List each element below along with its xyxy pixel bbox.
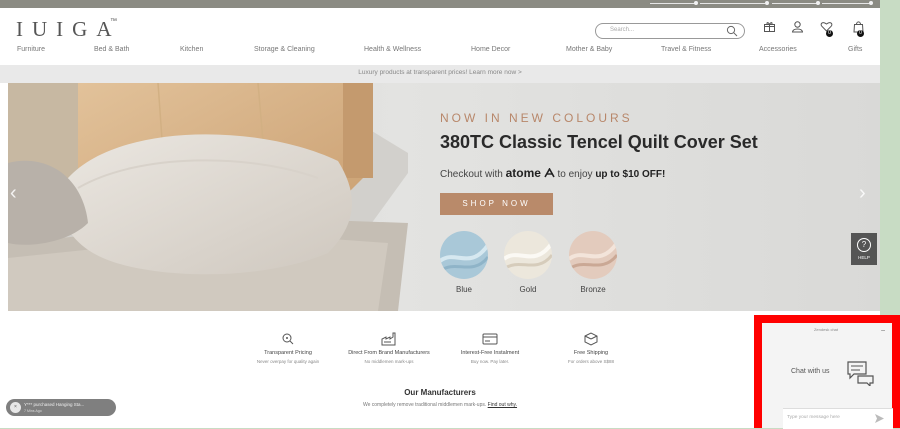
- checkout-mid: to enjoy: [557, 169, 593, 180]
- swatch-fabric-blue: [440, 243, 488, 273]
- trademark-symbol: ™: [110, 18, 117, 25]
- webpage: IUIGA ™ Search... 0 0 Furniture Bed & Ba…: [0, 0, 880, 428]
- search-input[interactable]: Search...: [595, 23, 745, 39]
- nav-item-gifts[interactable]: Gifts: [848, 46, 862, 53]
- search-icon[interactable]: [726, 25, 738, 37]
- manufacturers-sub-text: We completely remove traditional middlem…: [362, 402, 487, 408]
- notification-text: Y*** purchased Hanging Sta...: [24, 402, 85, 407]
- feature-sub: No middlemen mark-ups: [364, 359, 414, 364]
- feature-direct-manufacturers: Direct From Brand Manufacturers No middl…: [334, 332, 444, 364]
- chat-widget[interactable]: Zendesk chat – Chat with us Type your me…: [762, 323, 893, 429]
- feature-instalment: Interest-Free Instalment Buy now. Pay la…: [435, 332, 545, 364]
- nav-item-kitchen[interactable]: Kitchen: [180, 46, 203, 53]
- nav-item-furniture[interactable]: Furniture: [17, 46, 45, 53]
- chat-header: Zendesk chat: [813, 327, 838, 332]
- chat-message-input[interactable]: Type your message here: [783, 408, 893, 429]
- feature-sub: Buy now. Pay later.: [470, 359, 510, 364]
- user-icon[interactable]: [791, 20, 804, 33]
- cart-count-badge: 0: [857, 30, 864, 37]
- hero-title: 380TC Classic Tencel Quilt Cover Set: [440, 132, 758, 152]
- manufacturers-title: Our Manufacturers: [404, 388, 476, 397]
- nav-item-home-decor[interactable]: Home Decor: [471, 46, 510, 53]
- feature-title: Transparent Pricing: [264, 350, 312, 356]
- search-placeholder: Search...: [610, 27, 635, 33]
- nav-item-bed-bath[interactable]: Bed & Bath: [94, 46, 129, 53]
- price-tag-icon: [282, 333, 294, 345]
- feature-sub: For orders above S$88: [567, 359, 615, 364]
- nav-item-accessories[interactable]: Accessories: [759, 46, 797, 53]
- checkout-discount: up to $10 OFF!: [595, 169, 666, 180]
- swatch-label-gold: Gold: [519, 285, 537, 294]
- find-out-why-link[interactable]: Find out why.: [488, 402, 517, 408]
- credit-card-icon: [482, 333, 498, 345]
- swatch-fabric-bronze: [569, 241, 617, 271]
- hero-banner[interactable]: ‹ › NOW IN NEW COLOURS 380TC Classic Ten…: [8, 83, 880, 311]
- feature-title: Free Shipping: [573, 350, 609, 356]
- top-strip: [0, 0, 880, 8]
- nav-item-travel-fitness[interactable]: Travel & Fitness: [661, 46, 711, 53]
- atome-logo: atome: [505, 166, 541, 180]
- chat-minimize-icon[interactable]: –: [881, 327, 885, 334]
- chat-prompt: Chat with us: [791, 368, 830, 375]
- feature-title: Direct From Brand Manufacturers: [348, 350, 430, 356]
- gift-icon[interactable]: [763, 20, 776, 33]
- promo-text[interactable]: Luxury products at transparent prices! L…: [0, 69, 880, 76]
- help-button[interactable]: ? HELP: [851, 233, 877, 265]
- wishlist-count-badge: 0: [826, 30, 833, 37]
- hero-prev-arrow-icon[interactable]: ‹: [10, 182, 17, 205]
- swatch-bronze[interactable]: [569, 231, 617, 279]
- help-question-icon: ?: [857, 238, 871, 252]
- manufacturers-sub: We completely remove traditional middlem…: [0, 402, 880, 408]
- shop-now-button[interactable]: SHOP NOW: [440, 193, 553, 215]
- hero-checkout-text: Checkout with atome to enjoy up to $10 O…: [440, 166, 665, 180]
- notification-time: 7 Mins Ago: [24, 409, 42, 413]
- swatch-gold[interactable]: [504, 231, 552, 279]
- factory-icon: [381, 332, 396, 346]
- help-label: HELP: [858, 255, 870, 260]
- chat-input-placeholder: Type your message here: [787, 415, 840, 420]
- notification-close-icon[interactable]: ×: [10, 402, 21, 413]
- nav-item-mother-baby[interactable]: Mother & Baby: [566, 46, 612, 53]
- chat-bubbles-icon: [847, 361, 874, 386]
- atome-a-icon: [544, 167, 555, 178]
- swatch-blue[interactable]: [440, 231, 488, 279]
- feature-sub: Never overpay for quality again: [256, 359, 320, 364]
- site-logo[interactable]: IUIGA: [16, 17, 120, 42]
- nav-item-health-wellness[interactable]: Health & Wellness: [364, 46, 421, 53]
- nav-item-storage-cleaning[interactable]: Storage & Cleaning: [254, 46, 315, 53]
- hero-next-arrow-icon[interactable]: ›: [859, 182, 866, 205]
- swatch-label-bronze: Bronze: [580, 285, 606, 294]
- feature-free-shipping: Free Shipping For orders above S$88: [536, 332, 646, 364]
- highlight-box: Zendesk chat – Chat with us Type your me…: [754, 315, 900, 429]
- swatch-fabric-gold: [504, 241, 552, 271]
- checkout-pre: Checkout with: [440, 169, 503, 180]
- send-icon[interactable]: [875, 414, 884, 423]
- feature-transparent-pricing: Transparent Pricing Never overpay for qu…: [233, 332, 343, 364]
- purchase-notification[interactable]: × Y*** purchased Hanging Sta... 7 Mins A…: [6, 399, 116, 416]
- swatch-label-blue: Blue: [455, 285, 472, 294]
- feature-title: Interest-Free Instalment: [460, 350, 520, 356]
- delivery-icon: [584, 332, 598, 346]
- promo-banner[interactable]: Luxury products at transparent prices! L…: [0, 65, 880, 83]
- hero-eyebrow: NOW IN NEW COLOURS: [440, 111, 633, 125]
